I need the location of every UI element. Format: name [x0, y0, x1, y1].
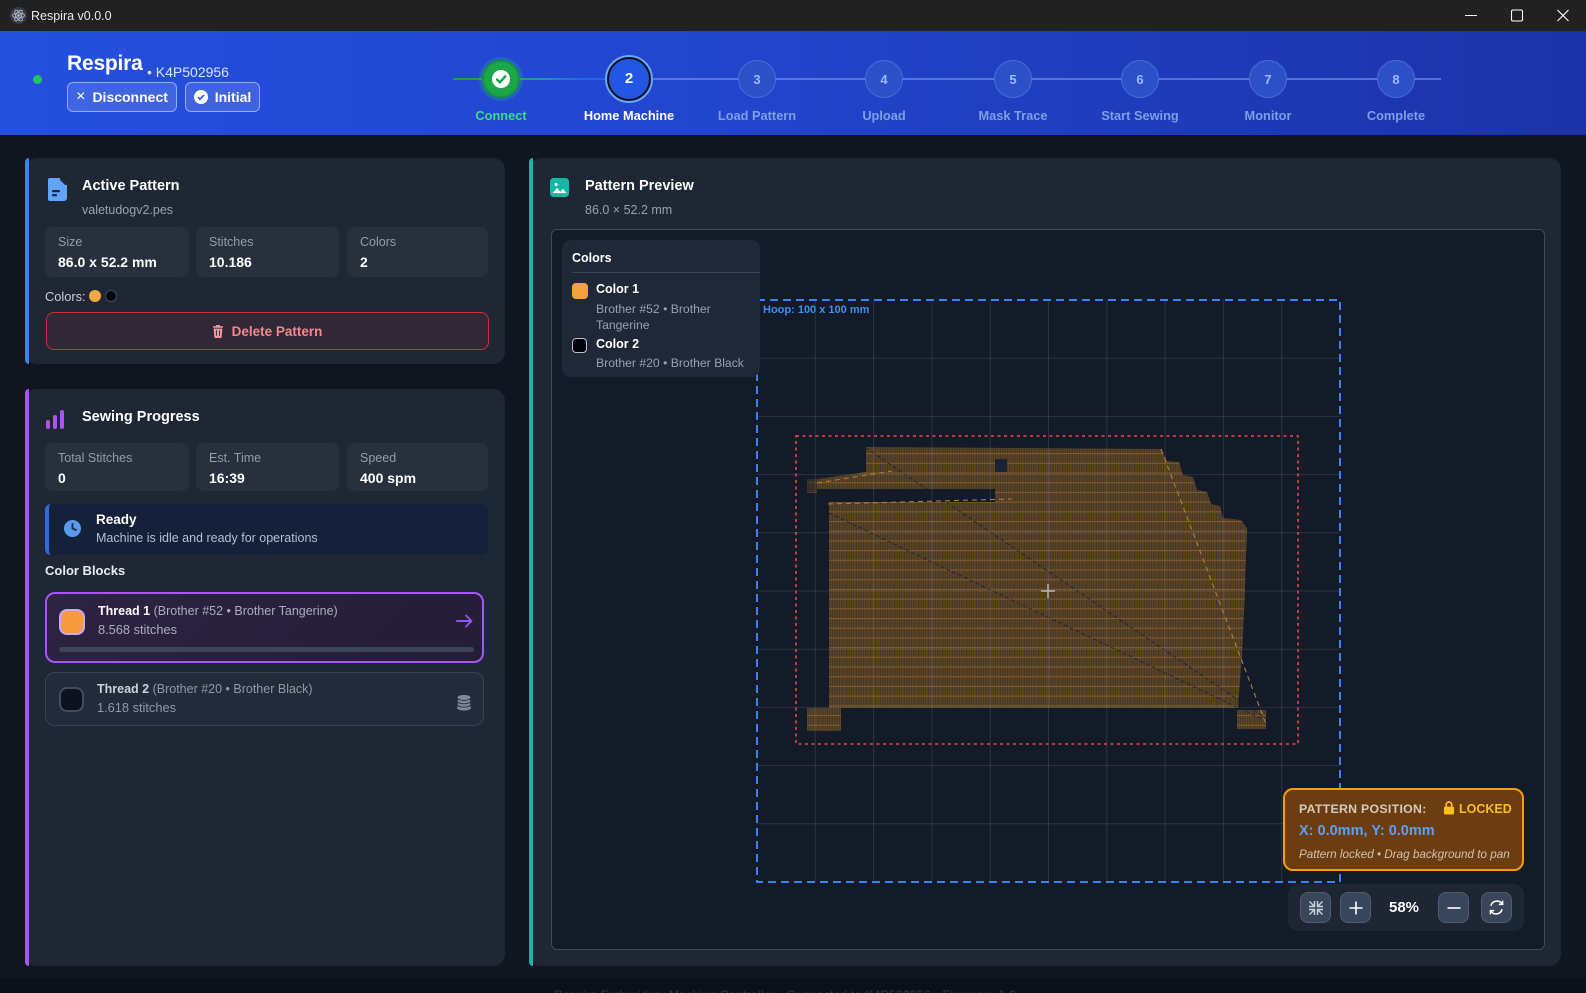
- svg-text:Hoop: 100 x 100 mm: Hoop: 100 x 100 mm: [763, 304, 870, 316]
